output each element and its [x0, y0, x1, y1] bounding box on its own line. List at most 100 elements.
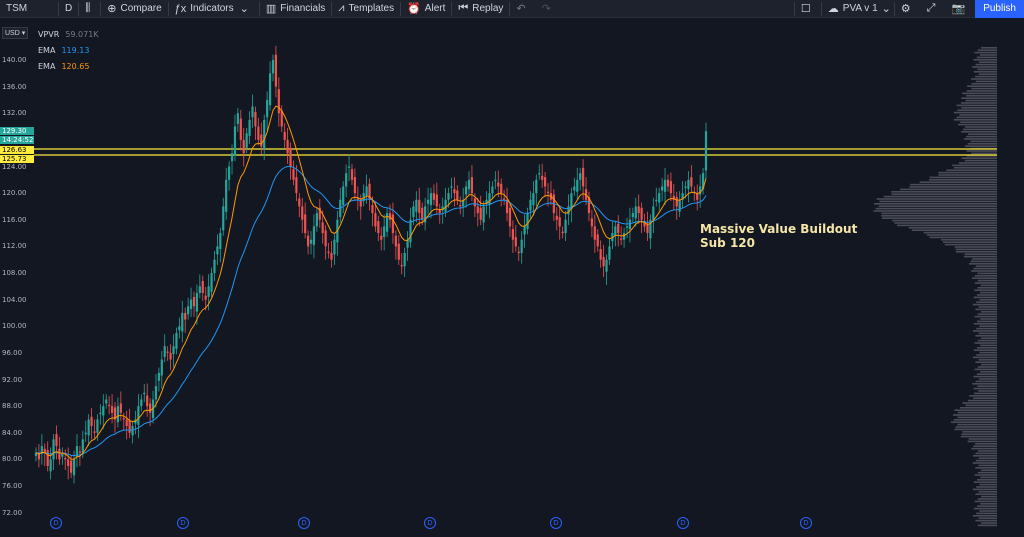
legend-vpvr[interactable]: VPVR 59.071K [38, 27, 99, 43]
layout-toggle-button[interactable]: ☐ [795, 0, 821, 18]
candle-body [532, 193, 535, 206]
volume-profile-bar [973, 267, 997, 270]
legend-ema-slow[interactable]: EMA 119.13 [38, 43, 99, 59]
candle-body [456, 190, 459, 200]
volume-profile-bar [977, 471, 997, 474]
volume-profile-bar [973, 445, 997, 447]
volume-profile-bar [978, 306, 997, 308]
volume-profile-bar [979, 351, 997, 354]
candle-body [187, 306, 190, 315]
redo-button[interactable]: ↷ [536, 0, 561, 18]
volume-profile-bar [977, 450, 997, 452]
layout-name-label: PVA v 1 [842, 3, 878, 14]
price-tick-label: 76.00 [2, 482, 23, 490]
alert-button[interactable]: ⏰ Alert [401, 0, 451, 18]
candle-body [58, 448, 61, 460]
chart-canvas[interactable] [0, 19, 1024, 532]
volume-profile-bar [971, 270, 997, 272]
volume-profile-bar [973, 515, 997, 517]
countdown-tag: 14:24:52 [0, 136, 34, 144]
ema-slow-line [35, 166, 707, 457]
candles-icon: ⫼ [85, 2, 91, 14]
volume-profile-bar [976, 479, 997, 481]
candle-body [517, 251, 520, 254]
price-tick-label: 84.00 [2, 428, 23, 437]
currency-selector[interactable]: USD ▾ [2, 27, 29, 39]
volume-profile-bar [974, 342, 997, 344]
dividend-marker[interactable]: D [298, 517, 310, 529]
volume-profile-bar [978, 517, 997, 519]
volume-profile-bar [976, 347, 997, 349]
chart-annotation[interactable]: Massive Value Buildout Sub 120 [700, 222, 857, 250]
volume-profile-bar [970, 260, 997, 263]
candle-body [529, 199, 532, 211]
candle-body [523, 226, 526, 235]
templates-button[interactable]: ⩘ Templates [332, 0, 400, 18]
dividend-marker[interactable]: D [50, 517, 62, 529]
chart-style-button[interactable]: ⫼ [79, 0, 100, 18]
symbol-search[interactable]: TSM [0, 0, 58, 18]
legend-ema-fast[interactable]: EMA 120.65 [38, 59, 99, 75]
volume-profile-bar [981, 495, 997, 498]
candle-body [219, 233, 222, 250]
publish-button[interactable]: Publish [975, 0, 1024, 18]
dividend-marker[interactable]: D [550, 517, 562, 529]
price-tick-label: 72.00 [2, 508, 23, 517]
volume-profile-bar [953, 419, 997, 421]
volume-profile-bar [972, 455, 997, 457]
candle-body [315, 213, 318, 227]
volume-profile-bar [971, 277, 997, 279]
candle-body [78, 451, 81, 453]
volume-profile-bar [961, 433, 997, 435]
candle-body [99, 412, 102, 415]
candle-body [426, 199, 430, 204]
candle-body [704, 131, 708, 171]
layout-name-button[interactable]: ☁ PVA v 1 ⌄ [822, 0, 894, 18]
volume-profile-bar [971, 83, 997, 85]
snapshot-button[interactable]: 📷 [945, 0, 975, 18]
candle-body [418, 199, 421, 214]
chart-pane[interactable] [0, 19, 1024, 532]
candle-body [283, 131, 286, 140]
volume-profile-bar [977, 498, 997, 500]
volume-profile-bar [966, 90, 997, 92]
candle-body [666, 179, 670, 187]
candle-body [137, 406, 140, 425]
volume-profile-bar [969, 395, 997, 397]
dividend-marker[interactable]: D [800, 517, 812, 529]
candle-body [195, 292, 199, 312]
volume-profile-bar [977, 279, 997, 282]
candle-body [491, 186, 494, 194]
volume-profile-bar [967, 85, 997, 87]
price-tick-label: 140.00 [2, 56, 27, 64]
candle-body [140, 399, 143, 407]
volume-profile-bar [973, 392, 997, 395]
interval-button[interactable]: D [59, 0, 78, 18]
candle-body [447, 193, 450, 200]
compare-button[interactable]: ⊕ Compare [101, 0, 167, 18]
interval-label: D [65, 3, 73, 14]
level-tag-1: 126.63 [0, 146, 34, 154]
financials-button[interactable]: ▥ Financials [260, 0, 331, 18]
candle-body [166, 351, 169, 353]
dividend-marker[interactable]: D [677, 517, 689, 529]
volume-profile-bar [956, 116, 997, 119]
replay-button[interactable]: ⏮ Replay [452, 0, 509, 18]
indicators-button[interactable]: ƒx Indicators ⌄ [169, 0, 259, 18]
volume-profile-bar [959, 114, 997, 116]
candle-body [260, 134, 263, 147]
price-tick-label: 96.00 [2, 348, 23, 357]
candle-body [535, 179, 538, 194]
candle-body [541, 175, 544, 180]
dividend-marker[interactable]: D [177, 517, 189, 529]
undo-button[interactable]: ↶ [510, 0, 535, 18]
candle-body [327, 251, 330, 254]
volume-profile-bar [874, 203, 997, 205]
redo-icon: ↷ [541, 3, 551, 15]
candle-body [277, 89, 280, 114]
candle-body [324, 230, 327, 247]
candle-body [412, 206, 415, 218]
fullscreen-button[interactable]: ⤢ [921, 0, 946, 18]
dividend-marker[interactable]: D [424, 517, 436, 529]
settings-button[interactable]: ⚙ [895, 0, 921, 18]
